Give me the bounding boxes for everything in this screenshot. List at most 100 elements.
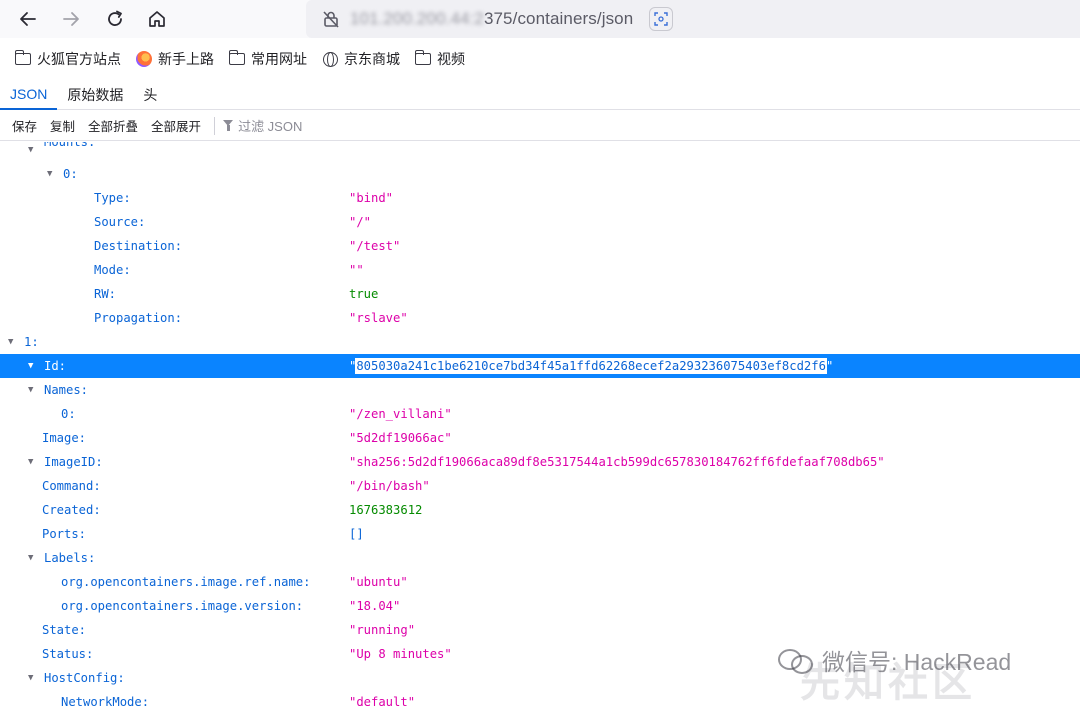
json-row[interactable]: Mode: "" [0, 258, 1080, 282]
json-row[interactable]: ▼ Mounts: [0, 142, 1080, 162]
json-key: NetworkMode: [61, 695, 150, 706]
address-bar[interactable]: 101.200.200.44:2375/containers/json [306, 0, 1080, 38]
json-value: "805030a241c1be6210ce7bd34f45a1ffd62268e… [349, 354, 833, 378]
json-key: State: [42, 623, 87, 637]
reader-view-icon[interactable] [649, 7, 673, 31]
collapse-all-button[interactable]: 全部折叠 [88, 116, 138, 135]
json-row[interactable]: ▼ 1: [0, 330, 1080, 354]
expand-all-button[interactable]: 全部展开 [151, 116, 201, 135]
selected-id-text: 805030a241c1be6210ce7bd34f45a1ffd62268ec… [356, 359, 826, 373]
json-row[interactable]: Propagation: "rslave" [0, 306, 1080, 330]
bookmark-item[interactable]: 火狐官方站点 [14, 49, 121, 69]
filter-json-input[interactable]: 过滤 JSON [223, 116, 302, 135]
watermark: 微信号: HackRead [778, 640, 1011, 680]
quote-mark: " [825, 359, 834, 373]
insecure-lock-icon[interactable] [320, 8, 342, 30]
json-key: Image: [42, 431, 87, 445]
json-key: 0: [61, 407, 76, 421]
json-key: Names: [44, 383, 89, 397]
folder-icon [414, 50, 432, 67]
json-row[interactable]: ▼ Id: "805030a241c1be6210ce7bd34f45a1ffd62… [0, 354, 1080, 378]
url-path: 375/containers/json [483, 9, 634, 28]
expand-toggle-icon[interactable]: ▼ [47, 162, 59, 186]
json-key: org.opencontainers.image.ref.name: [61, 575, 311, 589]
expand-toggle-icon[interactable]: ▼ [28, 666, 40, 690]
json-value: "/bin/bash" [349, 479, 430, 493]
json-key: Id: [44, 359, 67, 373]
json-viewer-tabs: JSON 原始数据头 [0, 80, 1080, 110]
json-row[interactable]: org.opencontainers.image.ref.name: "ubunt… [0, 570, 1080, 594]
watermark-text: 微信号: HackRead [822, 649, 1012, 675]
expand-toggle-icon[interactable]: ▼ [28, 142, 40, 162]
expand-toggle-icon[interactable]: ▼ [28, 354, 40, 378]
json-value: true [349, 287, 379, 301]
json-key: Mounts: [44, 142, 96, 149]
bookmark-item[interactable]: 视频 [414, 49, 465, 69]
json-row[interactable]: RW: true [0, 282, 1080, 306]
folder-icon [228, 50, 246, 67]
navigation-toolbar: 101.200.200.44:2375/containers/json [0, 0, 1080, 38]
json-row[interactable]: 0: "/zen_villani" [0, 402, 1080, 426]
json-key: Destination: [94, 239, 183, 253]
json-key: Source: [94, 215, 146, 229]
expand-toggle-icon[interactable]: ▼ [28, 546, 40, 570]
folder-icon [14, 50, 32, 67]
json-row[interactable]: Destination: "/test" [0, 234, 1080, 258]
json-row[interactable]: ▼ ImageID: "sha256:5d2df19066aca89df8e5317… [0, 450, 1080, 474]
back-arrow-icon[interactable] [13, 5, 43, 33]
bookmark-item[interactable]: 常用网址 [228, 49, 307, 69]
json-value: "" [349, 263, 364, 277]
json-value: "/zen_villani" [349, 407, 452, 421]
json-row[interactable]: ▼ 0: [0, 162, 1080, 186]
json-value: "default" [349, 695, 416, 706]
json-value: "/test" [349, 239, 401, 253]
json-key: Created: [42, 503, 101, 517]
json-key: 1: [24, 335, 39, 349]
expand-toggle-icon[interactable]: ▼ [28, 378, 40, 402]
json-key: ImageID: [44, 455, 103, 469]
json-key: Status: [42, 647, 94, 661]
copy-button[interactable]: 复制 [50, 116, 75, 135]
forward-arrow-icon[interactable] [56, 5, 86, 33]
reload-icon[interactable] [100, 5, 130, 33]
wechat-icon [778, 647, 814, 674]
json-row[interactable]: Source: "/" [0, 210, 1080, 234]
json-row[interactable]: Ports: [] [0, 522, 1080, 546]
json-key: Labels: [44, 551, 96, 565]
bookmarks-toolbar: 火狐官方站点 新手上路 常用网址 京东商城 视频 [0, 44, 1080, 74]
save-button[interactable]: 保存 [12, 116, 37, 135]
bookmark-label: 火狐官方站点 [37, 51, 121, 67]
json-row[interactable]: org.opencontainers.image.version: "18.04" [0, 594, 1080, 618]
bookmark-item[interactable]: 京东商城 [321, 49, 400, 69]
url-text[interactable]: 101.200.200.44:2375/containers/json [350, 9, 633, 29]
bookmark-label: 京东商城 [344, 51, 400, 67]
json-value: "bind" [349, 191, 394, 205]
json-key: Command: [42, 479, 101, 493]
json-key: 0: [63, 167, 78, 181]
json-row[interactable]: Created: 1676383612 [0, 498, 1080, 522]
json-row[interactable]: Command: "/bin/bash" [0, 474, 1080, 498]
json-value: "Up 8 minutes" [349, 647, 452, 661]
json-row[interactable]: ▼ Labels: [0, 546, 1080, 570]
filter-icon [223, 120, 234, 131]
json-value: "sha256:5d2df19066aca89df8e5317544a1cb59… [349, 455, 885, 469]
json-key: Type: [94, 191, 131, 205]
json-row[interactable]: ▼ Names: [0, 378, 1080, 402]
json-value: "rslave" [349, 311, 408, 325]
json-value: 1676383612 [349, 503, 423, 517]
json-row[interactable]: Image: "5d2df19066ac" [0, 426, 1080, 450]
expand-toggle-icon[interactable]: ▼ [8, 330, 20, 354]
json-value: "/" [349, 215, 372, 229]
json-row[interactable]: Type: "bind" [0, 186, 1080, 210]
tab-headers[interactable]: 头 [133, 80, 167, 110]
filter-placeholder: 过滤 JSON [238, 119, 303, 134]
json-key: HostConfig: [44, 671, 125, 685]
json-row[interactable]: State: "running" [0, 618, 1080, 642]
tab-json[interactable]: JSON [0, 80, 58, 110]
home-icon[interactable] [142, 5, 172, 33]
bookmark-item[interactable]: 新手上路 [135, 49, 214, 69]
bookmark-label: 常用网址 [251, 51, 307, 67]
expand-toggle-icon[interactable]: ▼ [28, 450, 40, 474]
json-key: org.opencontainers.image.version: [61, 599, 304, 613]
tab-raw-data[interactable]: 原始数据 [57, 80, 133, 110]
